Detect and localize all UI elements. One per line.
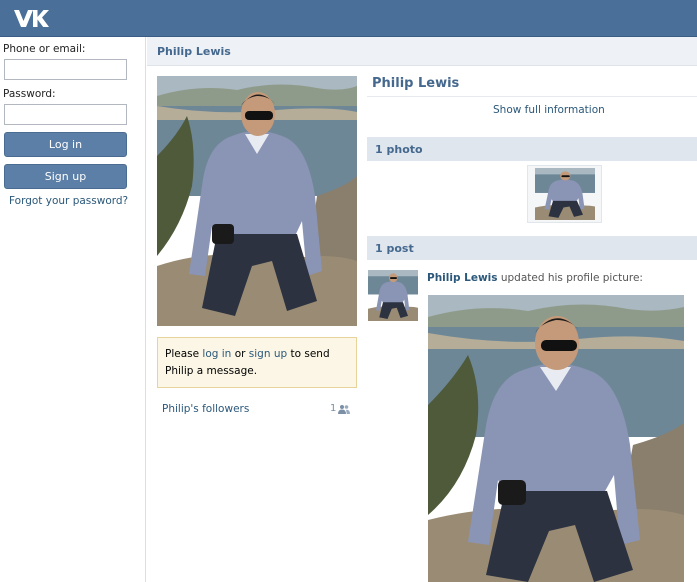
password-field[interactable]: [4, 104, 127, 125]
profile-name: Philip Lewis: [372, 76, 460, 91]
email-field[interactable]: [4, 59, 127, 80]
post-header: Philip Lewis updated his profile picture…: [427, 272, 643, 284]
prompt-or: or: [234, 348, 246, 360]
prompt-please: Please: [165, 348, 200, 360]
photos-section-header[interactable]: 1 photo: [367, 137, 697, 161]
prompt-signup-link[interactable]: sign up: [249, 348, 287, 360]
followers-link[interactable]: Philip's followers: [162, 403, 249, 415]
login-button[interactable]: Log in: [4, 132, 127, 157]
login-panel: Phone or email: Password: Log in Sign up…: [0, 37, 146, 582]
photos-section-title: 1 photo: [375, 143, 423, 156]
signup-button[interactable]: Sign up: [4, 164, 127, 189]
post-author-avatar[interactable]: [368, 270, 418, 321]
posts-section-header[interactable]: 1 post: [367, 236, 697, 260]
photo-thumbnail[interactable]: [527, 165, 602, 223]
post-action-text: updated his profile picture:: [500, 272, 643, 284]
top-bar: [0, 0, 697, 37]
page-title: Philip Lewis: [157, 45, 231, 58]
show-full-information-link[interactable]: Show full information: [493, 104, 605, 116]
password-label: Password:: [3, 88, 56, 100]
email-label: Phone or email:: [3, 43, 86, 55]
name-divider: [367, 96, 697, 97]
vk-logo-icon[interactable]: [13, 7, 49, 29]
prompt-login-link[interactable]: log in: [202, 348, 231, 360]
profile-photo-image: [157, 76, 357, 326]
people-icon: [338, 405, 350, 414]
post-photo-image: [428, 295, 684, 582]
login-prompt-box: Please log in or sign up to send Philip …: [157, 337, 357, 388]
forgot-password-link[interactable]: Forgot your password?: [9, 195, 128, 207]
page-header: Philip Lewis: [147, 37, 697, 66]
post-avatar-image: [368, 270, 418, 321]
thumbnail-image: [535, 168, 595, 220]
followers-count: 1: [330, 403, 337, 414]
post-author-link[interactable]: Philip Lewis: [427, 272, 498, 284]
profile-photo[interactable]: [157, 76, 357, 326]
post-photo[interactable]: [428, 295, 684, 582]
posts-section-title: 1 post: [375, 242, 414, 255]
